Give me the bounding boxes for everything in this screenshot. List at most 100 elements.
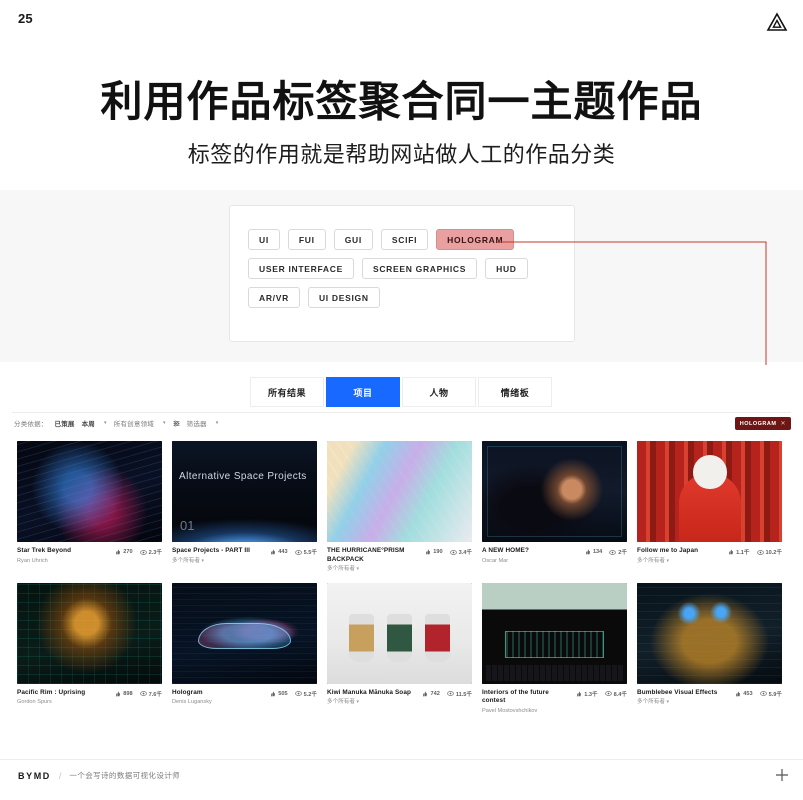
card-item[interactable]: Follow me to Japan 多个所有者 ▾ 1.1千 10.2千 <box>637 441 782 574</box>
card-title[interactable]: Interiors of the future contest <box>482 689 572 706</box>
card-stats: 453 5.9千 <box>735 689 782 698</box>
tag-panel: UI FUI GUI SCIFI HOLOGRAM USER INTERFACE… <box>229 205 575 342</box>
card-item[interactable]: A NEW HOME? Oscar Mar 134 2千 <box>482 441 627 574</box>
card-owner[interactable]: 多个所有者 ▾ <box>327 698 411 707</box>
card-item[interactable]: THE HURRICANE°PRISM BACKPACK 多个所有者 ▾ 190… <box>327 441 472 574</box>
tab-people[interactable]: 人物 <box>402 377 476 407</box>
page-subtitle: 标签的作用就是帮助网站做人工的作品分类 <box>187 141 616 167</box>
card-thumbnail[interactable] <box>17 582 162 684</box>
thumbs-up-icon <box>116 691 121 697</box>
card-item[interactable]: Alternative Space Projects 01 Space Proj… <box>172 441 317 574</box>
tag-screen-graphics[interactable]: SCREEN GRAPHICS <box>361 258 478 279</box>
tab-all-results[interactable]: 所有结果 <box>250 377 324 407</box>
card-thumbnail[interactable] <box>172 582 317 684</box>
card-title[interactable]: THE HURRICANE°PRISM BACKPACK <box>327 547 421 564</box>
tag-user-interface[interactable]: USER INTERFACE <box>248 258 354 279</box>
sort-value[interactable]: 已策展 <box>55 418 75 428</box>
plus-icon[interactable] <box>775 768 789 782</box>
page-title: 利用作品标签聚合同一主题作品 <box>100 78 703 125</box>
tag-ui-design[interactable]: UI DESIGN <box>307 287 380 308</box>
views-stat: 7.6千 <box>139 690 162 698</box>
card-owner[interactable]: 多个所有者 ▾ <box>327 565 421 574</box>
thumbs-up-icon <box>729 549 734 555</box>
likes-stat: 134 <box>585 549 602 555</box>
title-block: 利用作品标签聚合同一主题作品 标签的作用就是帮助网站做人工的作品分类 <box>0 78 803 169</box>
results-grid: Star Trek Beyond Ryan Uhrich 270 2.3千 Al… <box>17 441 789 715</box>
card-item[interactable]: Bumblebee Visual Effects 多个所有者 ▾ 453 5.9… <box>637 582 782 716</box>
card-item[interactable]: Interiors of the future contest Pavel Mo… <box>482 582 627 716</box>
card-title[interactable]: Star Trek Beyond <box>17 547 71 556</box>
tag-gui[interactable]: GUI <box>333 229 373 250</box>
card-title[interactable]: Pacific Rim : Uprising <box>17 689 85 698</box>
footer-tagline: 一个会写诗的数据可视化设计师 <box>69 771 181 780</box>
caret-down-icon: ▾ <box>666 557 670 564</box>
eye-icon <box>139 691 147 696</box>
card-title[interactable]: Kiwi Manuka Mānuka Soap <box>327 689 411 698</box>
thumbnail-caption: Alternative Space Projects <box>179 471 307 482</box>
card-owner[interactable]: 多个所有者 ▾ <box>172 557 250 566</box>
card-title[interactable]: Bumblebee Visual Effects <box>637 689 717 698</box>
likes-stat: 898 <box>115 691 133 697</box>
card-thumbnail[interactable] <box>327 582 472 684</box>
footer-separator: / <box>58 770 62 781</box>
card-thumbnail[interactable] <box>637 582 782 684</box>
card-owner[interactable]: Pavel Mostovshchikov <box>482 707 572 715</box>
eye-icon <box>294 549 302 555</box>
card-thumbnail[interactable] <box>482 582 627 684</box>
card-owner[interactable]: 多个所有者 ▾ <box>637 557 698 566</box>
thumbs-up-icon <box>271 549 276 555</box>
card-title[interactable]: A NEW HOME? <box>482 547 529 556</box>
tag-scifi[interactable]: SCIFI <box>380 229 429 250</box>
tab-projects[interactable]: 项目 <box>326 377 400 407</box>
tag-ui[interactable]: UI <box>248 229 280 250</box>
card-stats: 1.3千 8.4千 <box>576 689 627 698</box>
active-filter-label: HOLOGRAM <box>739 420 777 427</box>
caret-down-icon: ▾ <box>215 420 219 426</box>
thumbs-up-icon <box>271 691 276 697</box>
card-stats: 1.1千 10.2千 <box>728 547 782 556</box>
active-filter-badge[interactable]: HOLOGRAM ✕ <box>734 417 791 430</box>
slide-root: 25 利用作品标签聚合同一主题作品 标签的作用就是帮助网站做人工的作品分类 UI… <box>0 0 803 800</box>
thumbs-up-icon <box>586 549 590 555</box>
card-owner[interactable]: Ryan Uhrich <box>17 557 71 565</box>
card-thumbnail[interactable] <box>482 441 627 542</box>
views-stat: 11.5千 <box>447 690 472 698</box>
card-thumbnail[interactable] <box>637 441 782 542</box>
tag-hologram[interactable]: HOLOGRAM <box>436 229 515 250</box>
card-item[interactable]: Pacific Rim : Uprising Gordon Spurs 898 … <box>17 582 162 716</box>
card-stats: 443 5.5千 <box>270 547 317 556</box>
caret-down-icon: ▾ <box>104 420 107 426</box>
card-owner[interactable]: Gordon Spurs <box>17 698 85 706</box>
views-stat: 5.5千 <box>294 548 317 556</box>
card-thumbnail[interactable] <box>17 441 162 542</box>
tag-hud[interactable]: HUD <box>485 258 528 279</box>
card-thumbnail[interactable] <box>327 441 472 542</box>
thumbs-up-icon <box>426 549 431 555</box>
eye-icon <box>759 691 767 696</box>
tag-fui[interactable]: FUI <box>287 229 326 250</box>
card-item[interactable]: Kiwi Manuka Mānuka Soap 多个所有者 ▾ 742 11.5… <box>327 582 472 716</box>
card-owner[interactable]: Oscar Mar <box>482 557 529 565</box>
tag-ar-vr[interactable]: AR/VR <box>248 287 300 308</box>
filters-button[interactable]: 筛选器 <box>187 418 207 428</box>
card-title[interactable]: Space Projects - PART III <box>172 547 250 556</box>
tab-moodboards[interactable]: 情绪板 <box>478 377 552 407</box>
period-filter[interactable]: 本周 <box>82 418 95 428</box>
views-stat: 8.4千 <box>604 690 627 698</box>
card-item[interactable]: Hologram Denis Lugansky 505 5.2千 <box>172 582 317 716</box>
card-title[interactable]: Hologram <box>172 689 212 698</box>
field-filter[interactable]: 所有创意领域 <box>114 418 154 428</box>
card-owner[interactable]: 多个所有者 ▾ <box>637 698 717 707</box>
tag-row: USER INTERFACE SCREEN GRAPHICS HUD <box>248 258 574 279</box>
card-owner[interactable]: Denis Lugansky <box>172 698 212 706</box>
card-stats: 270 2.3千 <box>115 547 162 556</box>
card-thumbnail[interactable]: Alternative Space Projects 01 <box>172 441 317 542</box>
likes-stat: 742 <box>422 691 440 697</box>
card-item[interactable]: Star Trek Beyond Ryan Uhrich 270 2.3千 <box>17 441 162 574</box>
tag-row: UI FUI GUI SCIFI HOLOGRAM <box>248 229 574 250</box>
card-title[interactable]: Follow me to Japan <box>637 547 698 556</box>
tabs: 所有结果 项目 人物 情绪板 <box>250 377 552 407</box>
close-x-icon[interactable]: ✕ <box>780 420 786 427</box>
footer: BYMD / 一个会写诗的数据可视化设计师 <box>18 770 180 781</box>
eye-icon <box>447 691 454 696</box>
